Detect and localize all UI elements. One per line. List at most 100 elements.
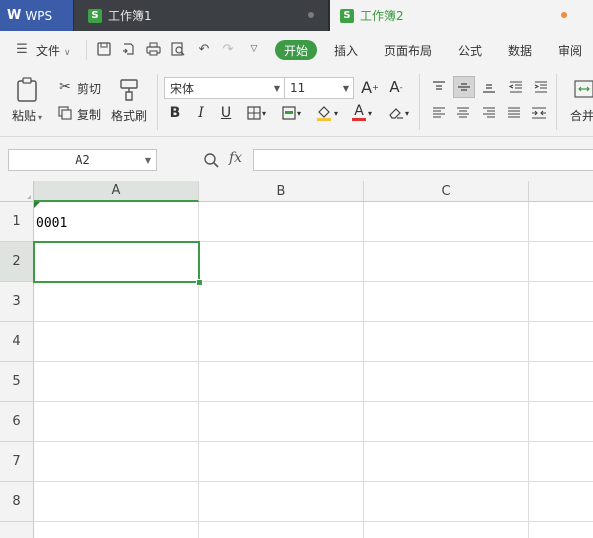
- align-center-icon[interactable]: [453, 103, 473, 123]
- italic-icon[interactable]: I: [191, 103, 211, 123]
- text-number-indicator-icon[interactable]: [34, 202, 40, 208]
- gridline: [34, 441, 593, 442]
- ribbon-toolbar: 粘贴 ▾ ✂ 剪切 复制 格式刷 宋体 ▼ 11 ▼ A + A- B I U ▾ …: [0, 69, 593, 137]
- format-painter-icon: [117, 77, 141, 103]
- increase-font-icon[interactable]: A +: [360, 77, 380, 97]
- cell-a1[interactable]: 0001: [36, 216, 67, 231]
- wps-app-label: WPS: [25, 8, 53, 23]
- chevron-down-icon: ▼: [273, 84, 280, 93]
- chevron-down-icon[interactable]: ▾: [365, 103, 375, 123]
- align-middle-icon[interactable]: [453, 76, 475, 98]
- copy-button[interactable]: 复制: [77, 106, 101, 123]
- name-box[interactable]: A2 ▼: [8, 149, 157, 171]
- chevron-down-icon[interactable]: ▾: [402, 103, 412, 123]
- title-tab-bar: W WPS S 工作簿1 S 工作簿2: [0, 0, 593, 31]
- merge-button[interactable]: 合并: [570, 107, 593, 124]
- decrease-font-icon[interactable]: A-: [386, 77, 406, 97]
- column-header-b[interactable]: B: [199, 181, 364, 202]
- chevron-down-icon[interactable]: ▾: [294, 103, 304, 123]
- zoom-function-icon[interactable]: [202, 151, 220, 169]
- fx-icon[interactable]: fx: [229, 150, 242, 166]
- undo-icon[interactable]: ↶: [196, 41, 212, 57]
- justify-icon[interactable]: [504, 103, 524, 123]
- chevron-down-icon: ▾: [38, 113, 43, 122]
- row-header-2[interactable]: 2: [0, 242, 34, 282]
- tab-data[interactable]: 数据: [508, 42, 532, 59]
- align-right-icon[interactable]: [479, 103, 499, 123]
- font-name-select[interactable]: 宋体 ▼: [164, 77, 285, 99]
- align-left-icon[interactable]: [429, 103, 449, 123]
- gridline: [34, 481, 593, 482]
- gridline: [34, 321, 593, 322]
- paste-button[interactable]: 粘贴 ▾: [12, 107, 42, 124]
- redo-icon[interactable]: ↷: [220, 41, 236, 57]
- row-header-7[interactable]: 7: [0, 442, 34, 482]
- tab-workbook1-label: 工作簿1: [108, 9, 152, 23]
- gridline: [34, 361, 593, 362]
- print-icon[interactable]: [145, 41, 161, 57]
- select-all-corner[interactable]: [0, 181, 34, 202]
- tab-review[interactable]: 审阅: [558, 42, 582, 59]
- divider: [419, 74, 420, 130]
- row-header-3[interactable]: 3: [0, 282, 34, 322]
- menu-file[interactable]: 文件 ∨: [36, 42, 71, 59]
- font-name-value: 宋体: [170, 81, 195, 96]
- column-header-a[interactable]: A: [34, 181, 199, 202]
- tab-start[interactable]: 开始: [275, 40, 317, 60]
- hamburger-menu-icon[interactable]: ☰: [14, 41, 30, 57]
- save-icon[interactable]: [96, 41, 112, 57]
- format-painter-button[interactable]: 格式刷: [111, 107, 147, 124]
- tab-workbook1[interactable]: S 工作簿1: [74, 0, 328, 31]
- tab-close-dot-icon[interactable]: [308, 12, 314, 18]
- tab-formula[interactable]: 公式: [458, 42, 482, 59]
- gridline: [34, 401, 593, 402]
- align-bottom-icon[interactable]: [479, 77, 499, 97]
- column-header-c[interactable]: C: [364, 181, 529, 202]
- align-top-icon[interactable]: [429, 77, 449, 97]
- tab-insert[interactable]: 插入: [334, 42, 358, 59]
- chevron-down-icon: ∨: [64, 48, 71, 58]
- wps-logo-icon: W: [7, 8, 22, 23]
- divider: [157, 74, 158, 130]
- more-dropdown-icon[interactable]: ▽: [246, 41, 262, 57]
- formula-bar: A2 ▼ fx: [0, 137, 593, 181]
- row-header-1[interactable]: 1: [0, 202, 34, 242]
- chevron-down-icon[interactable]: ▾: [259, 103, 269, 123]
- row-header-9[interactable]: [0, 522, 34, 538]
- print-preview-icon[interactable]: [170, 41, 186, 57]
- underline-icon[interactable]: U: [216, 103, 236, 123]
- formula-input[interactable]: [253, 149, 593, 171]
- cut-button[interactable]: 剪切: [77, 80, 101, 97]
- row-header-8[interactable]: 8: [0, 482, 34, 522]
- unsaved-dot-icon[interactable]: [561, 12, 567, 18]
- name-box-value: A2: [75, 153, 90, 167]
- spreadsheet-icon: S: [88, 8, 102, 23]
- font-size-value: 11: [290, 81, 306, 95]
- bold-icon[interactable]: B: [165, 103, 185, 123]
- font-size-select[interactable]: 11 ▼: [284, 77, 354, 99]
- menu-bar: ☰ 文件 ∨ ↶ ↷ ▽ 开始 插入 页面布局 公式 数据 审阅: [0, 31, 593, 69]
- spreadsheet-icon: S: [340, 8, 354, 23]
- divider: [86, 40, 87, 60]
- tab-workbook2[interactable]: S 工作簿2: [330, 0, 593, 31]
- chevron-down-icon[interactable]: ▾: [331, 103, 341, 123]
- chevron-down-icon: ▼: [342, 84, 349, 93]
- decrease-indent-icon[interactable]: [506, 77, 526, 97]
- column-header-d[interactable]: [529, 181, 593, 202]
- distributed-align-icon[interactable]: [529, 103, 549, 123]
- tab-page-layout[interactable]: 页面布局: [384, 42, 432, 59]
- paste-icon[interactable]: [14, 77, 40, 103]
- scissors-icon: ✂: [59, 79, 71, 95]
- fill-handle[interactable]: [196, 279, 203, 286]
- spreadsheet-grid: A B C 1 2 3 4 5 6 7 8 0001: [0, 181, 593, 538]
- wps-app-tab[interactable]: W WPS: [0, 0, 73, 31]
- gridline: [528, 202, 529, 538]
- row-header-4[interactable]: 4: [0, 322, 34, 362]
- chevron-down-icon: ▼: [144, 156, 151, 165]
- increase-indent-icon[interactable]: [531, 77, 551, 97]
- row-header-6[interactable]: 6: [0, 402, 34, 442]
- export-icon[interactable]: [120, 41, 136, 57]
- selected-cell-a2[interactable]: [33, 241, 200, 283]
- merge-cells-icon: [574, 79, 593, 99]
- row-header-5[interactable]: 5: [0, 362, 34, 402]
